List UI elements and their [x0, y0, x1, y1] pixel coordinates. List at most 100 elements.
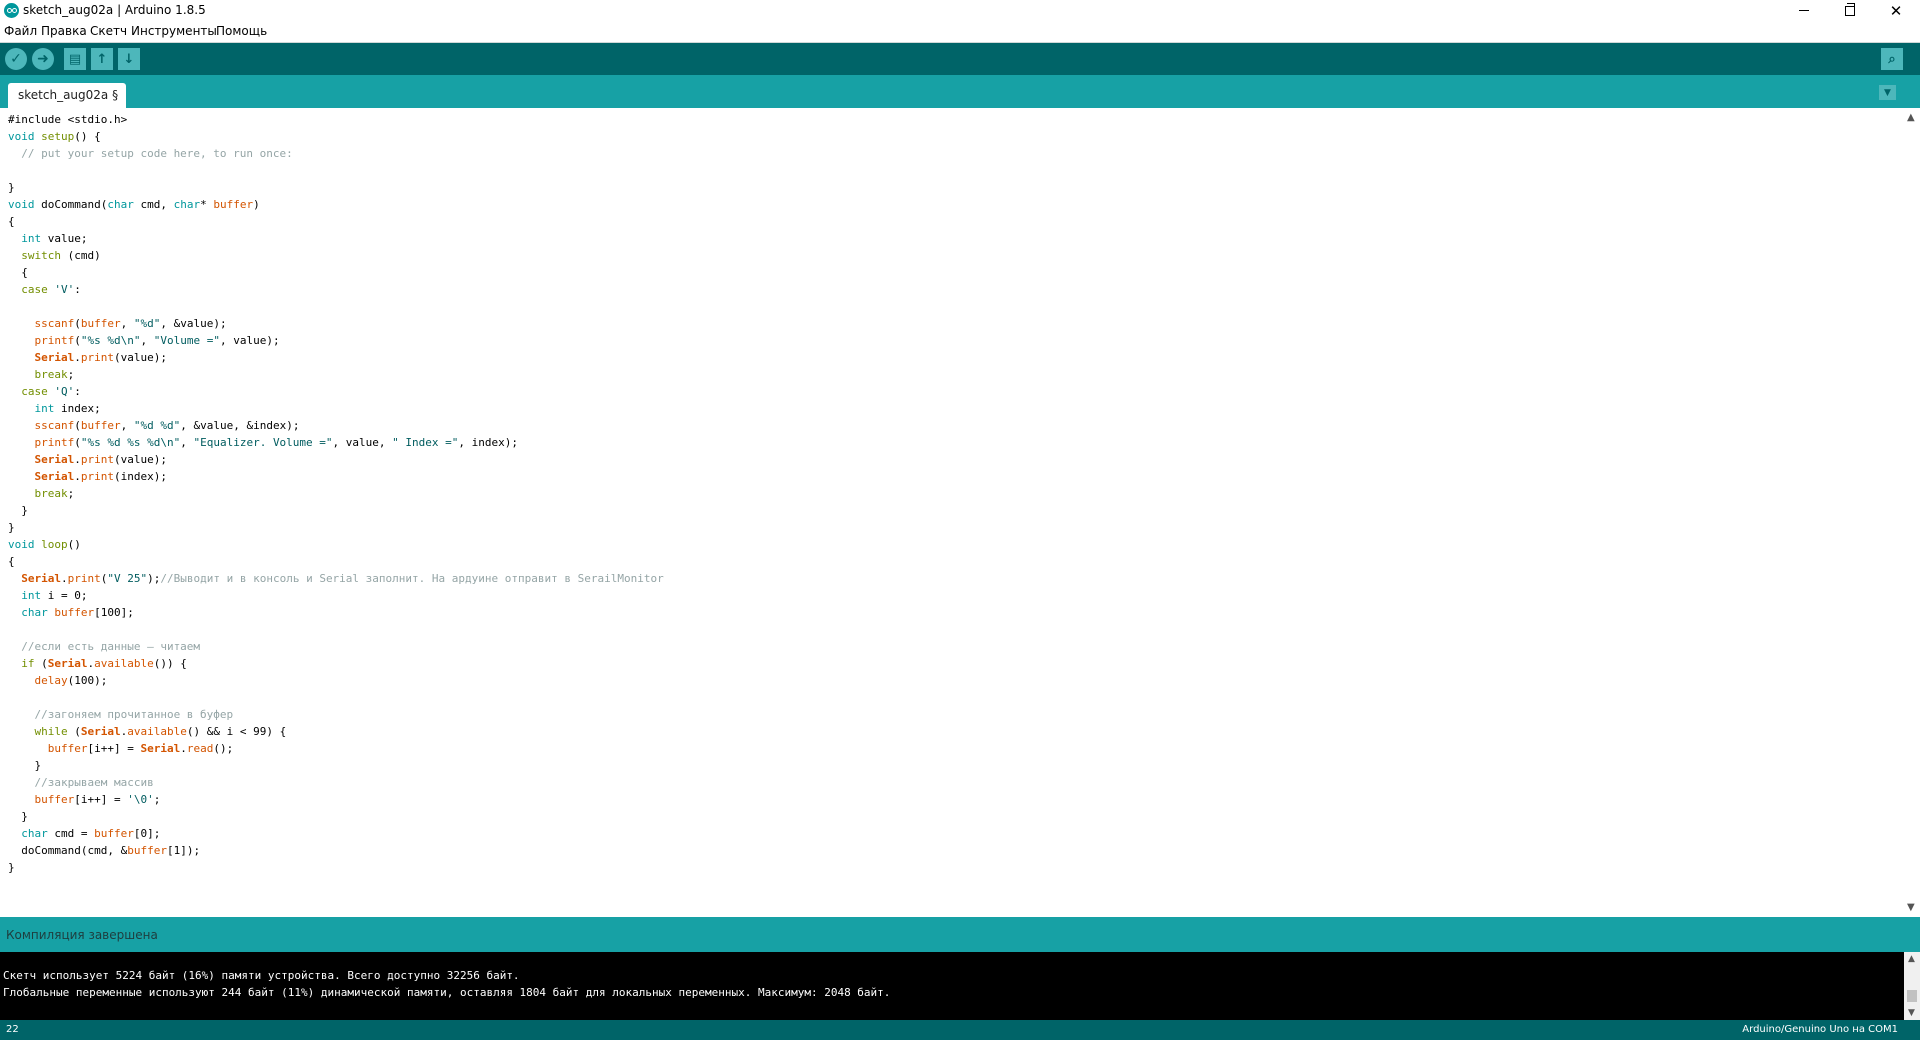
code-token: , &value);	[160, 317, 227, 330]
code-token: [100];	[94, 606, 134, 619]
menu-sketch[interactable]: Скетч	[90, 24, 127, 38]
code-line[interactable]: Serial.print(index);	[8, 468, 664, 485]
console-scrollbar[interactable]: ▲ ▼	[1904, 952, 1920, 1020]
code-line[interactable]: int value;	[8, 230, 664, 247]
code-token: ;	[67, 368, 75, 381]
line-number: 22	[6, 1024, 19, 1035]
console-output[interactable]: Скетч использует 5224 байт (16%) памяти …	[0, 952, 1904, 1020]
code-token: #include <stdio.h>	[8, 113, 128, 126]
editor-scrollbar[interactable]: ▲ ▼	[1904, 108, 1920, 917]
restore-button[interactable]	[1827, 0, 1873, 21]
code-token: ,	[120, 317, 134, 330]
menu-help[interactable]: Помощь	[216, 24, 267, 38]
code-line[interactable]: if (Serial.available()) {	[8, 655, 664, 672]
code-line[interactable]: #include <stdio.h>	[8, 111, 664, 128]
open-sketch-button[interactable]: ↑	[91, 48, 113, 70]
save-sketch-button[interactable]: ↓	[118, 48, 140, 70]
code-editor[interactable]: #include <stdio.h> void setup() { // put …	[0, 108, 1904, 917]
code-line[interactable]: }	[8, 757, 664, 774]
code-line[interactable]: break;	[8, 485, 664, 502]
code-line[interactable]: }	[8, 502, 664, 519]
code-token: }	[8, 504, 28, 517]
scroll-down-icon[interactable]: ▼	[1908, 1008, 1915, 1018]
code-line[interactable]: ​	[8, 298, 664, 315]
code-line[interactable]: case 'V':	[8, 281, 664, 298]
code-line[interactable]: while (Serial.available() && i < 99) {	[8, 723, 664, 740]
code-line[interactable]: }	[8, 519, 664, 536]
code-token: index;	[54, 402, 101, 415]
code-line[interactable]: // put your setup code here, to run once…	[8, 145, 664, 162]
code-line[interactable]: int i = 0;	[8, 587, 664, 604]
upload-button[interactable]: ➜	[32, 48, 54, 70]
new-sketch-button[interactable]: ▤	[64, 48, 86, 70]
menu-edit[interactable]: Правка	[41, 24, 87, 38]
code-token: "V 25"	[107, 572, 148, 585]
arduino-logo-icon	[4, 3, 19, 18]
code-line[interactable]: Serial.print("V 25");//Выводит и в консо…	[8, 570, 663, 587]
code-line[interactable]: printf("%s %d\n", "Volume =", value);	[8, 332, 664, 349]
code-line[interactable]: buffer[i++] = Serial.read();	[8, 740, 664, 757]
code-line[interactable]: ​	[8, 621, 664, 638]
code-token: }	[8, 759, 42, 772]
code-token: , value,	[332, 436, 393, 449]
code-token: available	[127, 725, 187, 738]
scroll-up-icon[interactable]: ▲	[1908, 954, 1915, 964]
code-line[interactable]: }	[8, 808, 664, 825]
code-line[interactable]: void doCommand(char cmd, char* buffer)	[8, 196, 664, 213]
code-line[interactable]: Serial.print(value);	[8, 451, 664, 468]
code-line[interactable]: }	[8, 859, 664, 876]
scroll-up-icon[interactable]: ▲	[1907, 112, 1915, 123]
tab-sketch[interactable]: sketch_aug02a §	[8, 83, 127, 108]
code-token: sscanf	[34, 419, 75, 432]
menu-file[interactable]: Файл	[4, 24, 37, 38]
code-line[interactable]: }	[8, 179, 664, 196]
code-line[interactable]: {	[8, 213, 664, 230]
code-line[interactable]: case 'Q':	[8, 383, 664, 400]
scroll-down-icon[interactable]: ▼	[1907, 902, 1915, 913]
verify-button[interactable]: ✓	[5, 48, 27, 70]
code-token: char	[173, 198, 201, 211]
code-token: Serial	[47, 657, 88, 670]
code-line[interactable]: doCommand(cmd, &buffer[1]);	[8, 842, 664, 859]
code-line[interactable]: char cmd = buffer[0];	[8, 825, 664, 842]
code-token: buffer	[47, 742, 88, 755]
tab-menu-button[interactable]: ▼	[1879, 85, 1896, 100]
code-line[interactable]: delay(100);	[8, 672, 664, 689]
minimize-button[interactable]	[1781, 0, 1827, 21]
code-line[interactable]: int index;	[8, 400, 664, 417]
scroll-thumb[interactable]	[1907, 990, 1917, 1002]
code-token: doCommand(	[34, 198, 108, 211]
code-token: print	[80, 351, 114, 364]
code-line[interactable]: break;	[8, 366, 664, 383]
code-line[interactable]: sscanf(buffer, "%d %d", &value, &index);	[8, 417, 664, 434]
close-button[interactable]: ✕	[1873, 0, 1919, 21]
code-line[interactable]: char buffer[100];	[8, 604, 664, 621]
code-line[interactable]: ​	[8, 162, 664, 179]
code-token: (index);	[114, 470, 167, 483]
code-line[interactable]: printf("%s %d %s %d\n", "Equalizer. Volu…	[8, 434, 664, 451]
code-text[interactable]: #include <stdio.h> void setup() { // put …	[8, 111, 664, 876]
code-line[interactable]: //загоняем прочитанное в буфер	[8, 706, 664, 723]
code-line[interactable]: switch (cmd)	[8, 247, 664, 264]
code-line[interactable]: {	[8, 553, 664, 570]
code-line[interactable]: //если есть данные — читаем	[8, 638, 664, 655]
code-line[interactable]: //закрываем массив	[8, 774, 664, 791]
code-token: buffer	[80, 317, 121, 330]
code-line[interactable]: buffer[i++] = '\0';	[8, 791, 664, 808]
code-line[interactable]: void loop()	[8, 536, 664, 553]
menu-tools[interactable]: Инструменты	[131, 24, 217, 38]
code-line[interactable]: void setup() {	[8, 128, 664, 145]
code-token: sscanf	[34, 317, 75, 330]
code-line[interactable]: sscanf(buffer, "%d", &value);	[8, 315, 664, 332]
serial-monitor-button[interactable]: ⌕	[1881, 48, 1903, 70]
code-line[interactable]: {	[8, 264, 664, 281]
code-line[interactable]: ​	[8, 689, 664, 706]
code-line[interactable]: Serial.print(value);	[8, 349, 664, 366]
